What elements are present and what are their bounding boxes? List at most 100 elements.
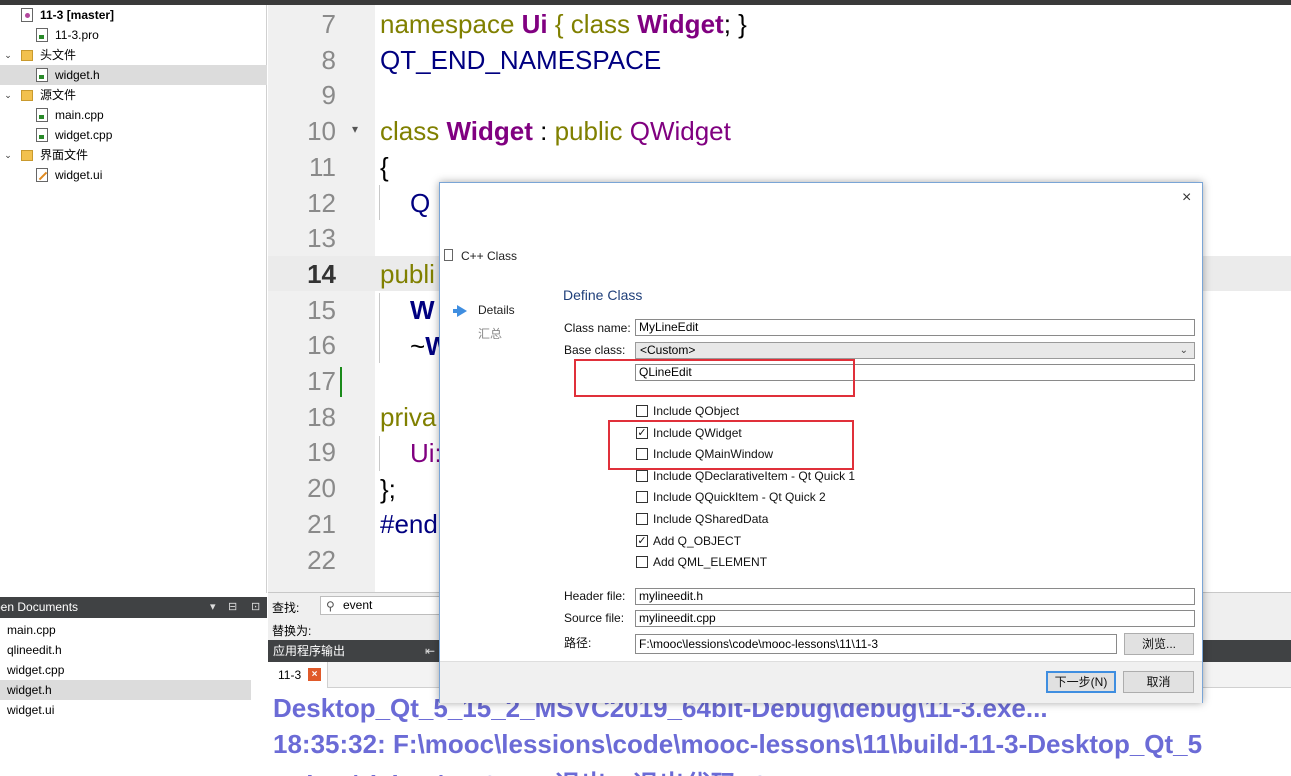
expand-arrow-icon[interactable]: ⌄ [2, 85, 14, 105]
code-token: class [380, 116, 447, 146]
open-document-item[interactable]: widget.ui [0, 700, 251, 720]
code-token: : [532, 116, 555, 146]
code-line-19[interactable]: Ui: [410, 436, 442, 471]
fold-marker-icon[interactable]: ▾ [352, 122, 358, 136]
code-line-14[interactable]: publi [380, 257, 435, 292]
code-line-8[interactable]: QT_END_NAMESPACE [380, 43, 661, 78]
split-icon[interactable]: ⊟ [228, 597, 237, 618]
checkbox-label: Include QDeclarativeItem - Qt Quick 1 [653, 468, 856, 483]
tree-item[interactable]: main.cpp [0, 105, 267, 125]
unchecked-box-icon[interactable] [636, 469, 648, 482]
line-number: 9 [321, 80, 336, 111]
step-details: Details [478, 303, 515, 317]
output-line: Debug\debug\11-3.exe 退出，退出代码: 0 [273, 765, 767, 776]
line-number: 14 [307, 258, 336, 289]
wizard-steps: C++ Class Details 汇总 [440, 183, 561, 661]
expand-arrow-icon[interactable]: ⌄ [2, 145, 14, 165]
line-number: 15 [307, 294, 336, 325]
checkbox-label: Include QMainWindow [653, 447, 774, 462]
close-icon[interactable]: × [1182, 189, 1191, 207]
line-number: 22 [307, 544, 336, 575]
line-number: 20 [307, 473, 336, 504]
path-input[interactable]: F:\mooc\lessions\code\mooc-lessons\11\11… [635, 634, 1117, 654]
cpp-file-icon [36, 108, 48, 122]
checked-box-icon[interactable]: ✓ [636, 426, 648, 439]
close-tab-icon[interactable]: × [308, 668, 321, 681]
code-token: Widget [637, 9, 724, 39]
next-button[interactable]: 下一步(N) [1046, 671, 1116, 693]
annotation-box [574, 359, 855, 397]
unchecked-box-icon[interactable] [636, 513, 648, 525]
tree-item-label: 11-3 [master] [40, 8, 115, 22]
tree-item[interactable]: 11-3.pro [0, 25, 267, 45]
tree-item[interactable]: widget.ui [0, 165, 267, 185]
project-tree: 11-3 [master] 11-3.pro ⌄ 头文件 widget.h ⌄ 源文件 mai… [0, 5, 267, 593]
browse-button[interactable]: 浏览... [1124, 633, 1194, 655]
checked-box-icon[interactable]: ✓ [636, 534, 648, 547]
unchecked-box-icon[interactable] [636, 491, 648, 504]
tree-item-label: 11-3.pro [55, 28, 99, 42]
output-tab[interactable]: 11-3 × [268, 662, 328, 688]
tree-item[interactable]: ⌄ 界面文件 [0, 145, 267, 165]
tree-item-label: 源文件 [40, 88, 77, 102]
project-icon [21, 8, 33, 22]
open-document-item[interactable]: qlineedit.h [0, 640, 251, 660]
changed-line-marker [340, 367, 342, 397]
unchecked-box-icon[interactable] [636, 556, 648, 569]
tree-item-label: 界面文件 [40, 148, 89, 162]
tree-item[interactable]: 11-3 [master] [0, 5, 267, 25]
code-line-15[interactable]: W [410, 293, 435, 328]
unchecked-box-icon[interactable] [636, 405, 648, 417]
source-file-label: Source file: [564, 611, 625, 625]
tree-item[interactable]: widget.cpp [0, 125, 267, 145]
open-document-item[interactable]: widget.h [0, 680, 251, 700]
open-document-item[interactable]: main.cpp [0, 620, 251, 640]
unchecked-box-icon[interactable] [636, 448, 648, 461]
code-token: Widget [446, 116, 533, 146]
find-input-value: event [343, 598, 373, 612]
dropdown-icon[interactable]: ▾ [210, 597, 216, 618]
class-name-label: Class name: [564, 321, 631, 335]
cpp-file-icon [36, 128, 48, 142]
code-line-11[interactable]: { [380, 150, 389, 185]
find-input[interactable]: ⚲ event [320, 596, 440, 615]
replace-label: 替换为: [272, 624, 312, 638]
class-name-input[interactable]: MyLineEdit [635, 319, 1195, 336]
tree-item[interactable]: ⌄ 源文件 [0, 85, 267, 105]
line-number: 11 [309, 151, 336, 182]
code-line-12[interactable]: Q [410, 186, 430, 221]
open-document-item[interactable]: widget.cpp [0, 660, 251, 680]
expand-arrow-icon[interactable]: ⌄ [2, 45, 14, 65]
code-line-7[interactable]: namespace Ui { class Widget; } [380, 7, 747, 42]
tree-item[interactable]: widget.h [0, 65, 267, 85]
line-number: 10 [307, 116, 336, 147]
folder-icon [21, 50, 33, 61]
cancel-button[interactable]: 取消 [1123, 671, 1194, 693]
code-token: ~ [410, 331, 426, 361]
section-title: Define Class [563, 287, 643, 303]
line-number: 12 [307, 187, 336, 218]
checkbox-label: Include QObject [653, 404, 740, 418]
header-file-icon [36, 68, 48, 82]
tree-item[interactable]: ⌄ 头文件 [0, 45, 267, 65]
checkbox-label: Add QML_ELEMENT [653, 555, 768, 570]
base-class-select[interactable]: <Custom> ⌄ [635, 342, 1195, 359]
header-file-input[interactable]: mylineedit.h [635, 588, 1195, 605]
attach-icon[interactable]: ⇤ [425, 640, 435, 662]
base-class-label: Base class: [564, 343, 626, 357]
line-number: 17 [307, 366, 336, 396]
source-file-input[interactable]: mylineedit.cpp [635, 610, 1195, 627]
close-pane-icon[interactable]: ⊡ [251, 597, 260, 618]
line-number: 13 [307, 223, 336, 254]
indent-guide [379, 185, 380, 220]
open-documents-title: pen Documents [0, 600, 79, 614]
code-line-18[interactable]: priva [380, 400, 436, 435]
indent-guide [379, 436, 380, 471]
line-number: 21 [307, 508, 336, 539]
folder-icon [21, 90, 33, 101]
code-line-10[interactable]: class Widget : public QWidget [380, 114, 731, 149]
code-line-21[interactable]: #end [380, 507, 438, 542]
current-step-arrow-icon [453, 305, 467, 317]
code-line-20[interactable]: }; [380, 472, 396, 507]
tree-item-label: 头文件 [40, 48, 77, 62]
